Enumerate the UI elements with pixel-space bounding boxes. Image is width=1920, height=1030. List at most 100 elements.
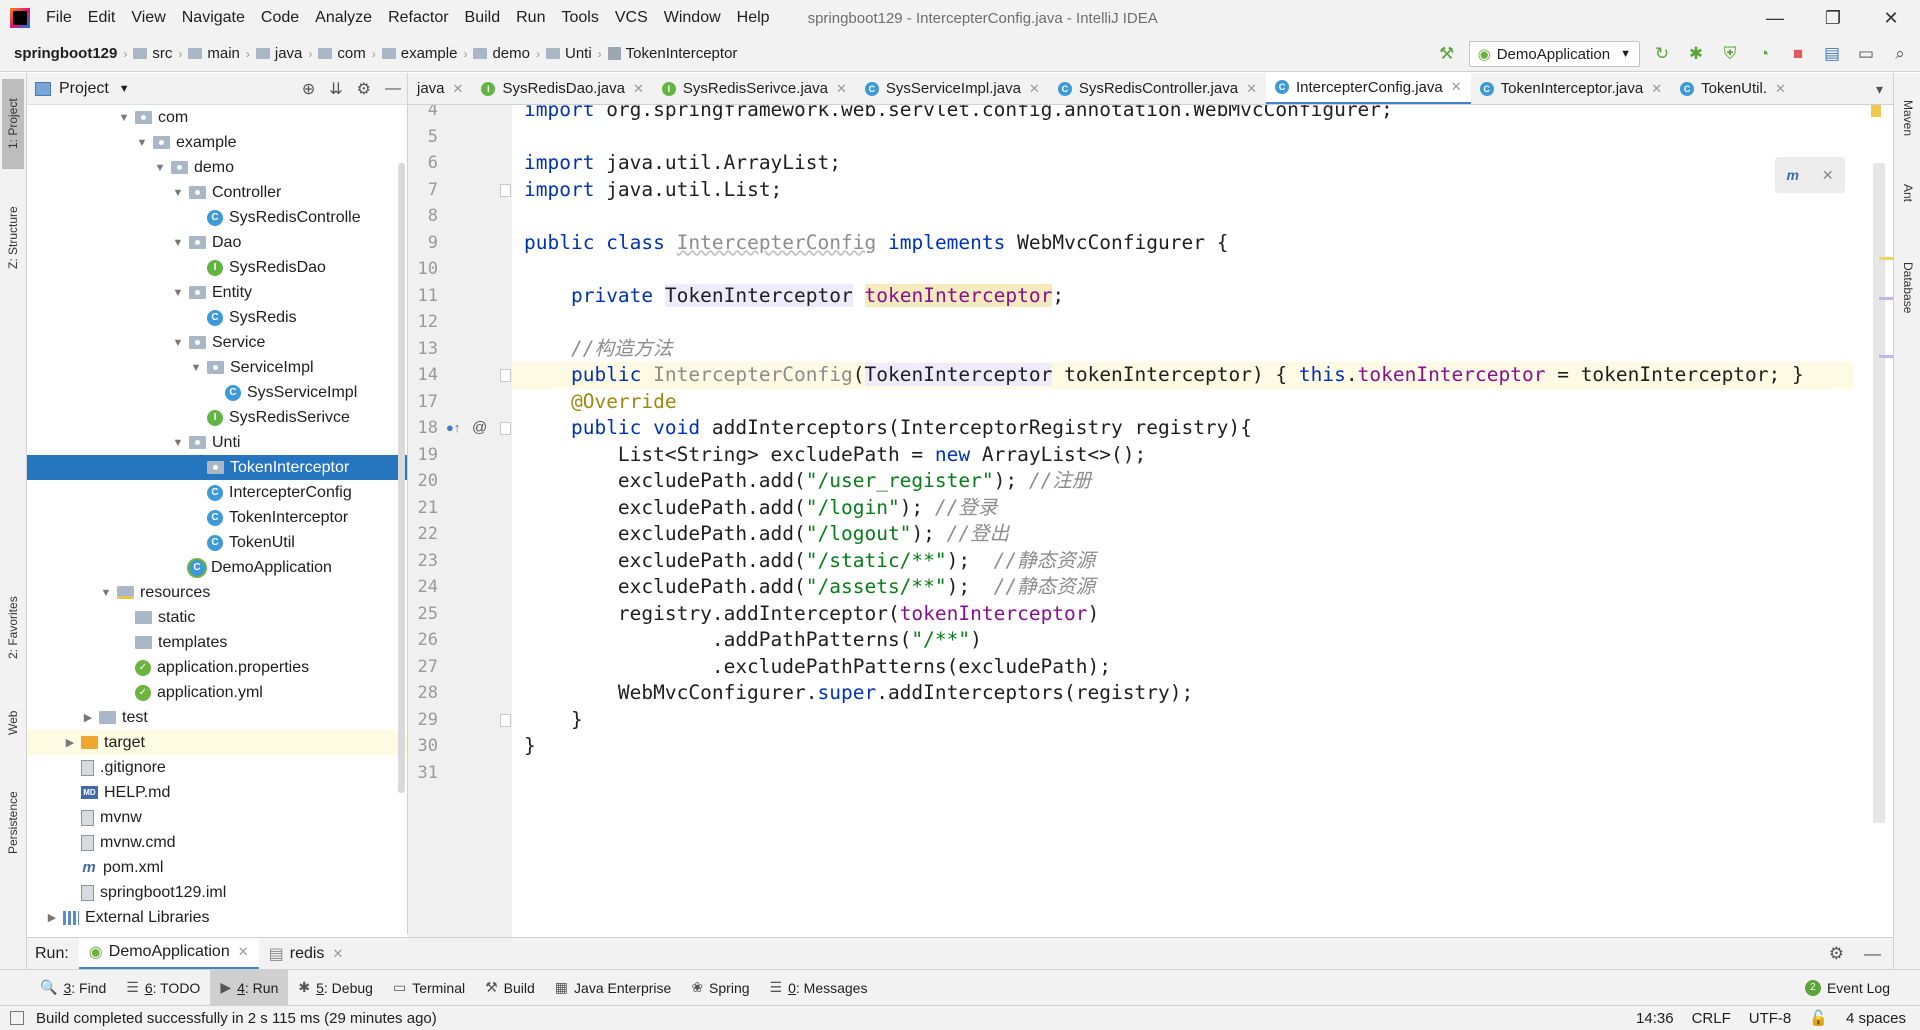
project-view-selector[interactable]: Project ▼ bbox=[35, 80, 130, 98]
editor-tab[interactable]: C SysServiceImpl.java ✕ bbox=[856, 73, 1049, 104]
tree-item[interactable]: ▼ Dao bbox=[27, 230, 407, 255]
tree-item[interactable]: static bbox=[27, 605, 407, 630]
tool-window-build[interactable]: ⚒ Build bbox=[475, 970, 545, 1006]
tree-item[interactable]: I SysRedisDao bbox=[27, 255, 407, 280]
tool-window-javaenterprise[interactable]: ▦ Java Enterprise bbox=[545, 970, 682, 1006]
tree-item[interactable]: C SysRedisControlle bbox=[27, 205, 407, 230]
gear-icon[interactable]: ⚙ bbox=[1829, 944, 1844, 964]
tree-item[interactable]: ✓ application.properties bbox=[27, 655, 407, 680]
tool-tab-database[interactable]: Database bbox=[1897, 233, 1919, 343]
tree-item[interactable]: C SysServiceImpl bbox=[27, 380, 407, 405]
expand-down-icon[interactable]: ▼ bbox=[171, 437, 185, 449]
expand-right-icon[interactable]: ▶ bbox=[63, 736, 77, 749]
code-area[interactable]: import org.springframework.web.servlet.c… bbox=[512, 105, 1853, 937]
menu-item-analyze[interactable]: Analyze bbox=[307, 9, 380, 27]
warning-marker[interactable] bbox=[1871, 105, 1881, 117]
build-hammer-icon[interactable]: ⚒ bbox=[1435, 42, 1459, 66]
tool-tab-persistence[interactable]: Persistence bbox=[2, 773, 24, 873]
menu-item-run[interactable]: Run bbox=[508, 9, 553, 27]
tree-item[interactable]: mvnw bbox=[27, 805, 407, 830]
tree-item[interactable]: ▼ Controller bbox=[27, 180, 407, 205]
editor-tab[interactable]: I SysRedisSerivce.java ✕ bbox=[653, 73, 856, 104]
menu-item-code[interactable]: Code bbox=[253, 9, 307, 27]
expand-right-icon[interactable]: ▶ bbox=[45, 911, 59, 924]
tool-tab-structure[interactable]: Z: Structure bbox=[2, 183, 24, 293]
debug-bug-icon[interactable]: ✱ bbox=[1684, 42, 1708, 66]
hide-icon[interactable]: — bbox=[1864, 944, 1881, 964]
close-icon[interactable]: ✕ bbox=[238, 944, 249, 960]
expand-down-icon[interactable]: ▼ bbox=[171, 287, 185, 299]
tool-window-messages[interactable]: ☰ 0: Messages bbox=[760, 970, 878, 1006]
fold-marker-icon[interactable] bbox=[500, 369, 511, 382]
editor-tab[interactable]: I SysRedisDao.java ✕ bbox=[472, 73, 652, 104]
status-message[interactable]: Build completed successfully in 2 s 115 … bbox=[36, 1010, 437, 1027]
menu-item-build[interactable]: Build bbox=[457, 9, 509, 27]
tool-tab-web[interactable]: Web bbox=[2, 693, 24, 753]
breadcrumb-item[interactable]: src bbox=[129, 45, 176, 62]
tabs-dropdown-icon[interactable]: ▾ bbox=[1876, 73, 1883, 104]
editor-tab[interactable]: C SysRedisController.java ✕ bbox=[1049, 73, 1266, 104]
indent-setting[interactable]: 4 spaces bbox=[1846, 1010, 1906, 1027]
gear-icon[interactable]: ⚙ bbox=[357, 79, 371, 99]
tree-item[interactable]: templates bbox=[27, 630, 407, 655]
expand-down-icon[interactable]: ▼ bbox=[117, 112, 131, 124]
editor-tab[interactable]: C IntercepterConfig.java ✕ bbox=[1265, 73, 1471, 104]
expand-down-icon[interactable]: ▼ bbox=[171, 187, 185, 199]
expand-down-icon[interactable]: ▼ bbox=[153, 162, 167, 174]
tool-tab-project[interactable]: 1: Project bbox=[2, 79, 24, 169]
menu-item-refactor[interactable]: Refactor bbox=[380, 9, 456, 27]
rerun-icon[interactable]: ↻ bbox=[1650, 42, 1674, 66]
project-structure-icon[interactable]: ▤ bbox=[1820, 42, 1844, 66]
close-icon[interactable]: ✕ bbox=[1775, 81, 1786, 97]
breadcrumb-item[interactable]: com bbox=[314, 45, 369, 62]
tree-item[interactable]: ▶ External Libraries bbox=[27, 905, 407, 930]
close-icon[interactable]: ✕ bbox=[836, 81, 847, 97]
menu-item-window[interactable]: Window bbox=[656, 9, 729, 27]
tool-tab-favorites[interactable]: 2: Favorites bbox=[2, 573, 24, 683]
close-icon[interactable]: ✕ bbox=[1246, 81, 1257, 97]
breadcrumb-item[interactable]: TokenInterceptor bbox=[604, 45, 742, 62]
breadcrumb-item[interactable]: main bbox=[184, 45, 244, 62]
close-icon[interactable]: ✕ bbox=[1651, 81, 1662, 97]
run-tab-demoapplication[interactable]: ◉ DemoApplication ✕ bbox=[78, 937, 259, 970]
breadcrumb-item[interactable]: Unti bbox=[542, 45, 596, 62]
tree-item[interactable]: .gitignore bbox=[27, 755, 407, 780]
close-icon[interactable]: ✕ bbox=[1822, 167, 1834, 184]
tool-window-spring[interactable]: ❀ Spring bbox=[681, 970, 759, 1006]
breadcrumb-item[interactable]: demo bbox=[469, 45, 534, 62]
tree-item[interactable]: C TokenUtil bbox=[27, 530, 407, 555]
close-icon[interactable]: ✕ bbox=[1029, 81, 1040, 97]
locate-icon[interactable]: ⊕ bbox=[302, 79, 315, 99]
menu-item-file[interactable]: File bbox=[38, 9, 80, 27]
tree-item[interactable]: I SysRedisSerivce bbox=[27, 405, 407, 430]
annotation-at-icon[interactable]: @ bbox=[472, 415, 487, 442]
editor-tab[interactable]: C TokenInterceptor.java ✕ bbox=[1471, 73, 1672, 104]
coverage-icon[interactable]: ⛨ bbox=[1718, 42, 1742, 66]
expand-right-icon[interactable]: ▶ bbox=[81, 711, 95, 724]
restore-icon[interactable]: ❐ bbox=[1804, 0, 1862, 36]
project-scrollbar[interactable] bbox=[398, 163, 405, 793]
close-icon[interactable]: ✕ bbox=[332, 946, 343, 962]
code-editor[interactable]: 4 5 6 7 8 9 10 11 12 13 14 17 18 ●↑ @19 20 21 22 23 24 25 26 2… bbox=[408, 105, 1893, 937]
search-icon[interactable]: ⌕ bbox=[1888, 42, 1912, 66]
close-icon[interactable]: ✕ bbox=[1862, 0, 1920, 36]
run-tab-redis[interactable]: ▤ redis ✕ bbox=[259, 938, 354, 970]
expand-down-icon[interactable]: ▼ bbox=[99, 587, 113, 599]
marker-stripe[interactable] bbox=[1879, 297, 1893, 300]
close-icon[interactable]: ✕ bbox=[633, 81, 644, 97]
stop-icon[interactable]: ■ bbox=[1786, 42, 1810, 66]
tree-item[interactable]: ▼ ServiceImpl bbox=[27, 355, 407, 380]
marker-stripe[interactable] bbox=[1879, 355, 1893, 358]
expand-down-icon[interactable]: ▼ bbox=[171, 237, 185, 249]
tree-item[interactable]: ▼ Service bbox=[27, 330, 407, 355]
profile-icon[interactable]: ◔ bbox=[1752, 42, 1776, 66]
tree-item[interactable]: ▶ test bbox=[27, 705, 407, 730]
tree-item[interactable]: mvnw.cmd bbox=[27, 830, 407, 855]
menu-item-help[interactable]: Help bbox=[729, 9, 778, 27]
tree-item[interactable]: TokenInterceptor bbox=[27, 455, 407, 480]
tree-item[interactable]: springboot129.iml bbox=[27, 880, 407, 905]
expand-down-icon[interactable]: ▼ bbox=[135, 137, 149, 149]
menu-item-view[interactable]: View bbox=[123, 9, 173, 27]
hide-icon[interactable]: — bbox=[385, 80, 401, 98]
tool-tab-ant[interactable]: Ant bbox=[1897, 168, 1919, 218]
